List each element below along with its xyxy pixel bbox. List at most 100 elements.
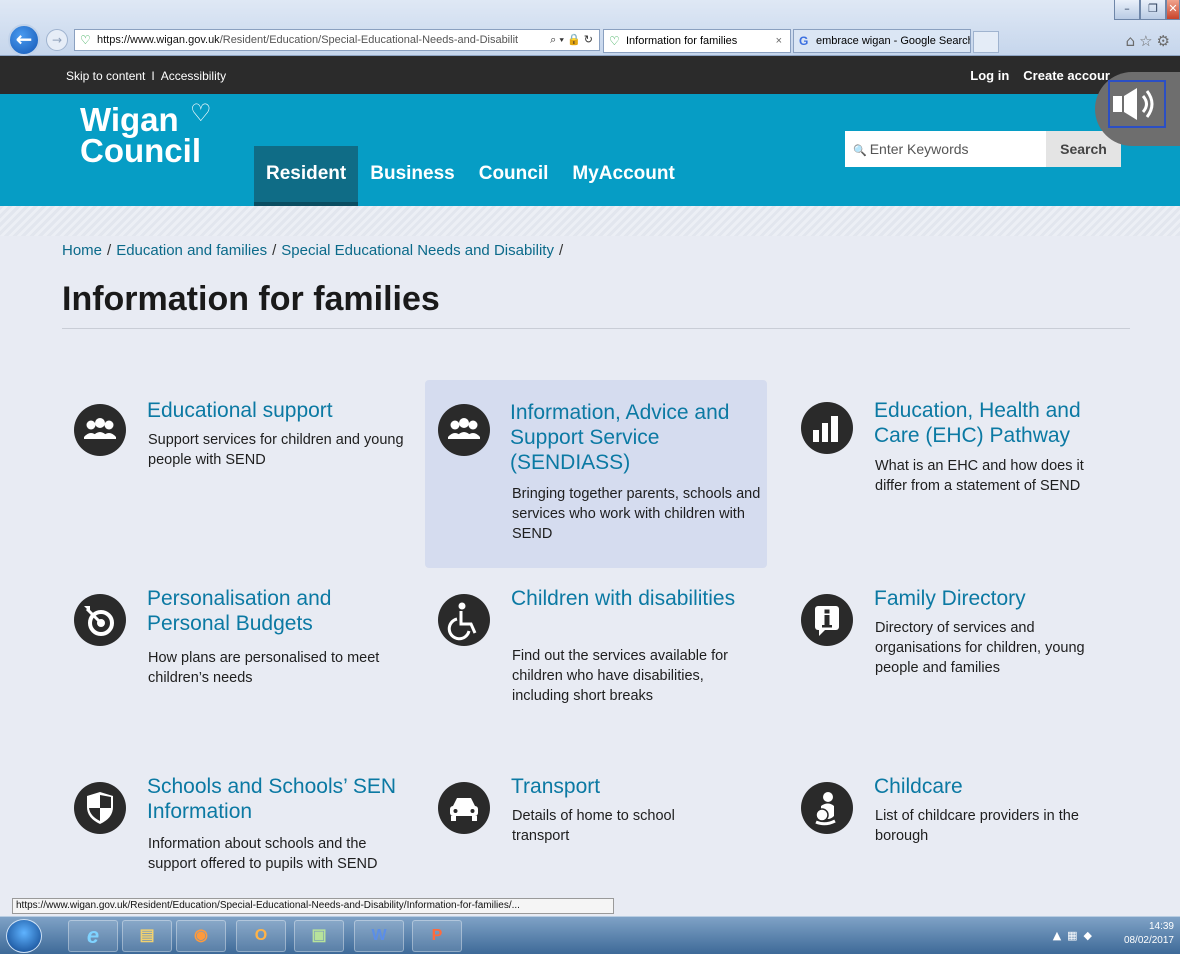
window-controls: – ❐ ✕ <box>1114 0 1180 22</box>
outlook-icon[interactable]: O <box>236 920 286 952</box>
card-description: Bringing together parents, schools and s… <box>512 486 761 542</box>
card-childcare[interactable]: Childcare List of childcare providers in… <box>801 774 1121 854</box>
browser-chrome: – ❐ ✕ ← → ♡ https://www.wigan.gov.uk/Res… <box>0 0 1180 56</box>
card-description: Details of home to school transport <box>512 808 675 844</box>
forward-button[interactable]: → <box>46 29 68 51</box>
title-divider <box>62 328 1130 329</box>
mother-child-icon <box>801 782 853 834</box>
group-icon <box>74 404 126 456</box>
url-host: https://www.wigan.gov.uk <box>97 34 220 46</box>
wigan-council-logo[interactable]: Wigan Council ♡ <box>80 100 212 169</box>
url-path: /Resident/Education/Special-Educational-… <box>219 34 519 46</box>
card-description: Support services for children and young … <box>148 432 404 468</box>
breadcrumb-send[interactable]: Special Educational Needs and Disability <box>281 242 554 259</box>
card-description: Information about schools and the suppor… <box>148 836 378 872</box>
card-title[interactable]: Transport <box>511 774 751 799</box>
tab-label: embrace wigan - Google Search <box>816 35 971 47</box>
separator: I <box>151 69 155 83</box>
site-header: Wigan Council ♡ Resident Business Counci… <box>0 94 1180 206</box>
card-educational-support[interactable]: Educational support Support services for… <box>74 398 416 488</box>
card-description: Find out the services available for chil… <box>512 648 728 704</box>
system-tray-icons[interactable]: ▲▦◆ <box>1053 929 1098 942</box>
card-transport[interactable]: Transport Details of home to school tran… <box>438 774 768 854</box>
main-nav: Resident Business Council MyAccount <box>254 146 687 206</box>
close-button[interactable]: ✕ <box>1166 0 1180 20</box>
tab-google-search[interactable]: G embrace wigan - Google Search <box>793 29 971 53</box>
card-title[interactable]: Family Directory <box>874 586 1114 611</box>
breadcrumb-separator: / <box>107 242 112 259</box>
nav-resident[interactable]: Resident <box>254 146 359 206</box>
card-title[interactable]: Childcare <box>874 774 1114 799</box>
site-heart-icon: ♡ <box>80 33 91 47</box>
group-icon <box>438 404 490 456</box>
media-player-icon[interactable]: ◉ <box>176 920 226 952</box>
card-title[interactable]: Educational support <box>147 398 407 423</box>
minimize-button[interactable]: – <box>1114 0 1140 20</box>
breadcrumb: Home / Education and families / Special Educ… <box>62 242 568 259</box>
log-in-link[interactable]: Log in <box>970 68 1009 83</box>
search-placeholder: Enter Keywords <box>869 141 969 157</box>
shield-icon <box>74 782 126 834</box>
card-description: List of childcare providers in the borou… <box>875 808 1079 844</box>
start-button[interactable] <box>6 919 42 953</box>
create-account-link[interactable]: Create accour <box>1023 68 1110 83</box>
card-sendiass[interactable]: Information, Advice and Support Service … <box>425 380 767 568</box>
tab-label: Information for families <box>626 35 738 47</box>
utility-links: Skip to content I Accessibility <box>66 69 226 83</box>
nav-business[interactable]: Business <box>358 146 466 206</box>
address-actions-icon[interactable]: ⌕ ▾ 🔒 ↻ <box>546 30 593 50</box>
card-schools-sen-information[interactable]: Schools and Schools’ SEN Information Inf… <box>74 774 416 894</box>
logo-line-2: Council <box>80 132 201 169</box>
file-explorer-icon[interactable]: ▤ <box>122 920 172 952</box>
logo-line-1: Wigan <box>80 101 179 138</box>
site-heart-icon: ♡ <box>609 34 620 48</box>
card-title[interactable]: Personalisation and Personal Budgets <box>147 586 407 636</box>
restore-button[interactable]: ❐ <box>1140 0 1166 20</box>
speaker-icon <box>1113 88 1154 120</box>
card-description: Directory of services and organisations … <box>875 620 1085 676</box>
internet-explorer-icon[interactable]: e <box>68 920 118 952</box>
tray-clock[interactable]: 14:39 08/02/2017 <box>1124 920 1174 948</box>
accessibility-link[interactable]: Accessibility <box>161 69 226 83</box>
breadcrumb-home[interactable]: Home <box>62 242 102 259</box>
presenter-icon[interactable]: ▣ <box>294 920 344 952</box>
word-icon[interactable]: W <box>354 920 404 952</box>
site-search: 🔍 Enter Keywords Search <box>845 131 1121 167</box>
breadcrumb-separator: / <box>272 242 277 259</box>
utility-bar: Skip to content I Accessibility Log in Crea… <box>0 56 1180 94</box>
bar-chart-icon <box>801 402 853 454</box>
card-personalisation[interactable]: Personalisation and Personal Budgets How… <box>74 586 416 696</box>
card-title[interactable]: Schools and Schools’ SEN Information <box>147 774 409 824</box>
new-tab-button[interactable] <box>973 31 999 53</box>
info-icon <box>801 594 853 646</box>
powerpoint-icon[interactable]: P <box>412 920 462 952</box>
nav-council[interactable]: Council <box>467 146 561 206</box>
back-button[interactable]: ← <box>8 24 40 56</box>
card-title[interactable]: Information, Advice and Support Service … <box>510 400 762 475</box>
card-ehc-pathway[interactable]: Education, Health and Care (EHC) Pathway… <box>801 398 1121 508</box>
google-icon: G <box>799 34 809 48</box>
clock-time: 14:39 <box>1148 921 1174 932</box>
card-description: How plans are personalised to meet child… <box>148 650 380 686</box>
card-family-directory[interactable]: Family Directory Directory of services a… <box>801 586 1121 696</box>
search-input[interactable]: 🔍 Enter Keywords <box>845 131 1046 167</box>
page-title: Information for families <box>62 280 440 318</box>
home-favorites-icons[interactable]: ⌂☆⚙ <box>1126 32 1174 50</box>
target-icon <box>74 594 126 646</box>
breadcrumb-education-and-families[interactable]: Education and families <box>116 242 267 259</box>
card-title[interactable]: Education, Health and Care (EHC) Pathway <box>874 398 1114 448</box>
logo-heart-icon: ♡ <box>190 100 212 127</box>
tab-information-for-families[interactable]: ♡ Information for families × <box>603 29 791 53</box>
nav-myaccount[interactable]: MyAccount <box>560 146 686 206</box>
breadcrumb-separator: / <box>558 242 564 259</box>
close-tab-icon[interactable]: × <box>776 30 782 52</box>
search-icon: 🔍 <box>853 144 867 157</box>
account-links: Log in Create accour <box>970 68 1110 83</box>
main-content: Home / Education and families / Special Educ… <box>0 206 1180 896</box>
skip-to-content-link[interactable]: Skip to content <box>66 69 145 83</box>
windows-taskbar: e ▤ ◉ O ▣ W P ▲▦◆ 14:39 08/02/2017 <box>0 916 1180 954</box>
card-children-with-disabilities[interactable]: Children with disabilities Find out the … <box>438 586 768 706</box>
address-bar[interactable]: ♡ https://www.wigan.gov.uk/Resident/Educ… <box>74 29 600 51</box>
read-aloud-button[interactable] <box>1095 72 1180 146</box>
card-title[interactable]: Children with disabilities <box>511 586 751 611</box>
